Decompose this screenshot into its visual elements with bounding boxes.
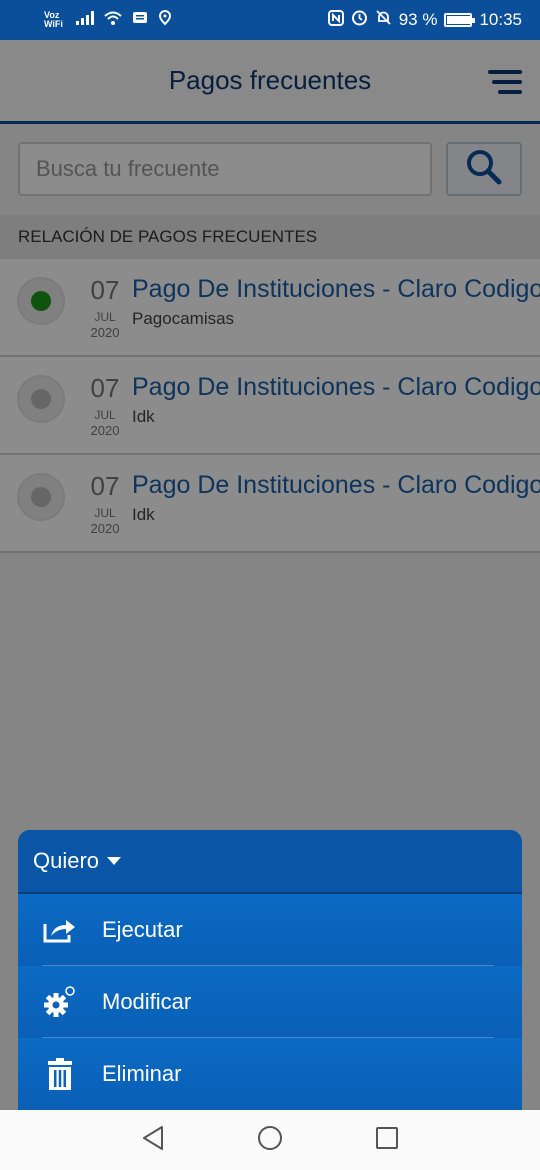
mute-icon (375, 9, 392, 31)
carrier-label: Voz WiFi (44, 10, 63, 29)
battery-percent: 93 % (398, 10, 438, 29)
status-bar: Voz WiFi 93 % 10:35 (0, 0, 540, 40)
alarm-icon (351, 9, 368, 31)
action-sheet-title: Quiero (33, 848, 100, 873)
action-sheet: Quiero Ejecutar Modificar Eliminar (18, 830, 522, 1110)
delete-button[interactable]: Eliminar (18, 1038, 522, 1110)
home-icon[interactable] (256, 1124, 284, 1157)
caret-down-icon (107, 857, 122, 865)
modify-button[interactable]: Modificar (18, 966, 522, 1038)
delete-label: Eliminar (102, 1061, 182, 1086)
gear-icon (18, 985, 102, 1019)
action-sheet-header[interactable]: Quiero (18, 830, 522, 894)
clock: 10:35 (479, 10, 522, 29)
trash-icon (18, 1057, 102, 1091)
recents-icon[interactable] (374, 1125, 400, 1156)
signal-icon (76, 10, 94, 30)
modify-label: Modificar (102, 989, 192, 1014)
execute-label: Ejecutar (102, 917, 183, 942)
system-nav-bar (0, 1110, 540, 1170)
wifi-icon (104, 10, 122, 30)
share-icon (18, 916, 102, 944)
location-icon (158, 9, 172, 31)
battery-icon (444, 13, 476, 27)
back-icon[interactable] (140, 1124, 166, 1157)
execute-button[interactable]: Ejecutar (18, 894, 522, 966)
nfc-icon (327, 9, 344, 31)
message-icon (132, 10, 148, 30)
